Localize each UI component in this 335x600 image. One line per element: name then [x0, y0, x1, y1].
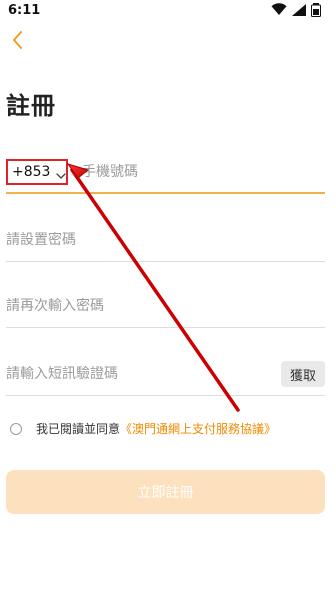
chevron-down-icon [56, 168, 67, 179]
phone-underline [6, 192, 325, 194]
confirm-password-row [6, 284, 325, 328]
sms-code-underline [6, 395, 325, 396]
register-screen: 6:11 註冊 +853 手機號碼 請輸入短訊驗證碼 獲取 我已閱讀並同意 《澳… [0, 0, 335, 600]
register-button[interactable]: 立即註冊 [6, 470, 325, 514]
status-icons [271, 3, 327, 17]
wifi-icon [271, 3, 287, 17]
get-code-button[interactable]: 獲取 [281, 361, 325, 387]
status-bar: 6:11 [0, 0, 335, 20]
sms-code-input[interactable] [6, 366, 281, 382]
password-underline [6, 261, 325, 262]
agreement-row: 我已閱讀並同意 《澳門通網上支付服務協議》 [10, 420, 325, 437]
password-row [6, 218, 325, 262]
back-button[interactable] [6, 30, 30, 54]
agreement-radio[interactable] [10, 422, 22, 435]
phone-input[interactable] [82, 164, 325, 180]
battery-icon [311, 3, 327, 17]
agreement-link[interactable]: 《澳門通網上支付服務協議》 [120, 420, 276, 437]
signal-icon [291, 3, 307, 17]
agreement-prefix: 我已閱讀並同意 [36, 422, 121, 436]
country-code-selector[interactable]: +853 [6, 159, 68, 185]
page-title: 註冊 [6, 92, 56, 120]
confirm-password-input[interactable] [6, 298, 325, 314]
country-code-value: +853 [12, 164, 51, 180]
phone-row: +853 [6, 150, 325, 194]
confirm-password-underline [6, 327, 325, 328]
password-input[interactable] [6, 232, 325, 248]
sms-code-row: 獲取 [6, 352, 325, 396]
status-time: 6:11 [8, 2, 41, 18]
chevron-left-icon [11, 30, 25, 54]
